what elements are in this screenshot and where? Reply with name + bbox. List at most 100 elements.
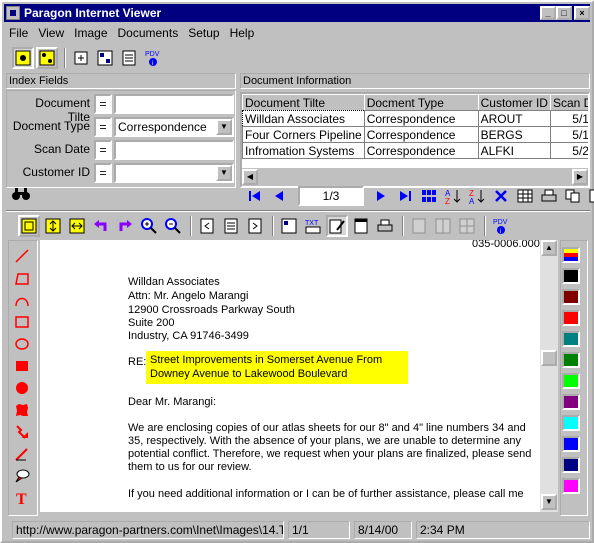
rotate-right-icon[interactable] <box>114 215 136 237</box>
zoom-in-icon[interactable] <box>138 215 160 237</box>
rectangle-tool-icon[interactable] <box>10 312 34 332</box>
binoculars-search-icon[interactable] <box>12 187 30 204</box>
thumbnails-icon[interactable] <box>418 185 440 207</box>
vertical-scrollbar[interactable]: ▲ ▼ <box>540 240 558 512</box>
menu-view[interactable]: View <box>33 26 69 40</box>
op-customer[interactable]: = <box>94 163 112 183</box>
cell[interactable]: 5/2/2 <box>549 142 588 159</box>
next-record-icon[interactable] <box>370 185 392 207</box>
scan-date-input[interactable] <box>114 140 234 160</box>
last-record-icon[interactable] <box>394 185 416 207</box>
column-header[interactable]: Customer ID <box>477 94 551 111</box>
scroll-right-icon[interactable]: ▶ <box>572 169 588 185</box>
scroll-down-icon[interactable]: ▼ <box>541 494 557 510</box>
prev-record-icon[interactable] <box>268 185 290 207</box>
ellipse-tool-icon[interactable] <box>10 334 34 354</box>
pen-tool-icon[interactable] <box>10 444 34 464</box>
column-header[interactable]: Document Tilte <box>242 94 365 111</box>
print-image-icon[interactable] <box>374 215 396 237</box>
arc-tool-icon[interactable] <box>10 290 34 310</box>
menu-setup[interactable]: Setup <box>183 26 224 40</box>
layout-grid-icon[interactable] <box>36 47 58 69</box>
color-swatch[interactable] <box>562 331 580 347</box>
balloon-note-tool-icon[interactable] <box>10 466 34 486</box>
op-title[interactable]: = <box>94 94 112 114</box>
cell[interactable]: AROUT <box>477 110 551 127</box>
scroll-up-icon[interactable]: ▲ <box>541 240 557 256</box>
page-list-icon[interactable] <box>220 215 242 237</box>
column-header[interactable]: Scan Da <box>549 94 588 111</box>
rotate-left-icon[interactable] <box>90 215 112 237</box>
export-icon[interactable] <box>118 47 140 69</box>
color-swatch[interactable] <box>562 415 580 431</box>
export-records-icon[interactable] <box>586 185 594 207</box>
color-swatch[interactable] <box>562 478 580 494</box>
ocr-icon[interactable] <box>278 215 300 237</box>
scroll-left-icon[interactable]: ◀ <box>242 169 258 185</box>
color-swatch[interactable] <box>562 394 580 410</box>
fit-height-icon[interactable] <box>42 215 64 237</box>
fit-page-icon[interactable] <box>18 215 40 237</box>
grid-view-icon[interactable] <box>514 185 536 207</box>
delete-icon[interactable] <box>490 185 512 207</box>
scroll-thumb[interactable] <box>541 350 557 366</box>
filled-rectangle-tool-icon[interactable] <box>10 356 34 376</box>
annotate-icon[interactable] <box>326 215 348 237</box>
menu-image[interactable]: Image <box>69 26 112 40</box>
arrow-tool-icon[interactable] <box>10 422 34 442</box>
cell[interactable]: BERGS <box>477 126 551 143</box>
customer-id-select[interactable]: ▼ <box>114 163 234 183</box>
cell[interactable]: 5/1/2 <box>549 110 588 127</box>
text-icon[interactable]: TXT <box>302 215 324 237</box>
color-swatch[interactable] <box>562 352 580 368</box>
print-icon[interactable] <box>538 185 560 207</box>
cell[interactable]: Correspondence <box>363 126 479 143</box>
table-row[interactable]: Willdan Associates Correspondence AROUT … <box>242 110 588 127</box>
color-swatch[interactable] <box>562 373 580 389</box>
op-type[interactable]: = <box>94 117 112 137</box>
notes-icon[interactable] <box>350 215 372 237</box>
document-type-select[interactable]: Correspondence ▼ <box>114 117 234 137</box>
cell[interactable]: Correspondence <box>363 142 479 159</box>
cell[interactable]: Willdan Associates <box>242 110 365 127</box>
close-button[interactable]: × <box>574 6 590 20</box>
new-query-icon[interactable] <box>70 47 92 69</box>
chevron-down-icon[interactable]: ▼ <box>216 165 232 181</box>
color-swatch[interactable] <box>562 268 580 284</box>
copy-icon[interactable] <box>562 185 584 207</box>
cell[interactable]: ALFKI <box>477 142 551 159</box>
minimize-button[interactable]: _ <box>540 6 556 20</box>
color-swatch[interactable] <box>562 310 580 326</box>
filled-ellipse-tool-icon[interactable] <box>10 378 34 398</box>
maximize-button[interactable]: □ <box>556 6 572 20</box>
next-page-icon[interactable] <box>244 215 266 237</box>
prev-page-icon[interactable] <box>196 215 218 237</box>
zoom-out-icon[interactable] <box>162 215 184 237</box>
pdv-info-icon[interactable]: PDV i <box>142 47 164 69</box>
line-tool-icon[interactable] <box>10 246 34 266</box>
text-tool-icon[interactable]: T <box>10 488 34 508</box>
polyline-tool-icon[interactable] <box>10 268 34 288</box>
pdv-info-icon[interactable]: PDV i <box>490 215 512 237</box>
table-row[interactable]: Infromation Systems Correspondence ALFKI… <box>242 142 588 159</box>
cell[interactable]: Correspondence <box>363 110 479 127</box>
column-header[interactable]: Docment Type <box>363 94 479 111</box>
fit-width-icon[interactable] <box>66 215 88 237</box>
cell[interactable]: 5/1/2 <box>549 126 588 143</box>
first-record-icon[interactable] <box>244 185 266 207</box>
filled-polygon-tool-icon[interactable] <box>10 400 34 420</box>
record-counter[interactable]: 1/3 <box>298 186 364 206</box>
palette-current-icon[interactable] <box>562 247 580 263</box>
cell[interactable]: Four Corners Pipeline <box>242 126 365 143</box>
color-swatch[interactable] <box>562 436 580 452</box>
menu-documents[interactable]: Documents <box>113 26 184 40</box>
table-row[interactable]: Four Corners Pipeline Correspondence BER… <box>242 126 588 143</box>
layout-single-icon[interactable] <box>12 47 34 69</box>
document-title-input[interactable] <box>114 94 234 114</box>
op-date[interactable]: = <box>94 140 112 160</box>
color-swatch[interactable] <box>562 457 580 473</box>
color-swatch[interactable] <box>562 289 580 305</box>
chevron-down-icon[interactable]: ▼ <box>216 119 232 135</box>
menu-help[interactable]: Help <box>225 26 260 40</box>
cell[interactable]: Infromation Systems <box>242 142 365 159</box>
